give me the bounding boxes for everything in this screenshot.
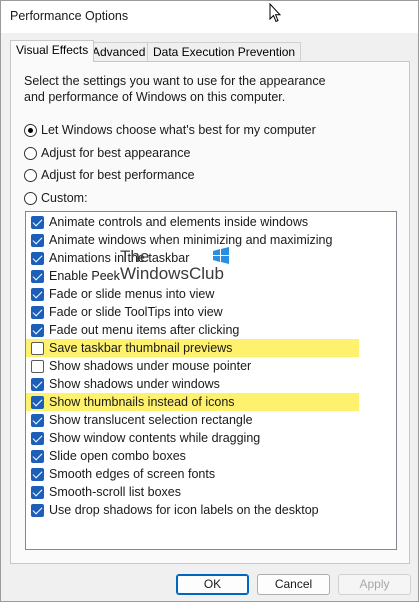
title-bar[interactable]: Performance Options — [1, 1, 418, 33]
effect-list-item[interactable]: Slide open combo boxes — [26, 447, 396, 465]
effect-label: Animations in the taskbar — [49, 251, 190, 265]
effect-list-item[interactable]: Smooth edges of screen fonts — [26, 465, 396, 483]
effect-label: Animate controls and elements inside win… — [49, 215, 309, 229]
visual-effects-panel: Select the settings you want to use for … — [10, 61, 410, 564]
checkbox-icon[interactable] — [31, 413, 44, 427]
effect-label: Fade or slide menus into view — [49, 287, 215, 301]
tab-visual-effects[interactable]: Visual Effects — [10, 40, 95, 62]
tab-advanced[interactable]: Advanced — [86, 42, 152, 61]
effect-list-item[interactable]: Show shadows under windows — [26, 375, 396, 393]
checkbox-icon[interactable] — [31, 395, 44, 409]
performance-options-dialog: Performance Options Visual Effects Advan… — [0, 0, 419, 602]
effect-list-item[interactable]: Show thumbnails instead of icons — [26, 393, 359, 411]
radio-label: Adjust for best performance — [41, 168, 195, 182]
effect-list-item[interactable]: Animations in the taskbar — [26, 249, 396, 267]
radio-button-icon[interactable] — [24, 168, 37, 182]
effect-label: Show translucent selection rectangle — [49, 413, 253, 427]
effect-label: Show shadows under windows — [49, 377, 220, 391]
checkbox-icon[interactable] — [31, 305, 44, 319]
checkbox-icon[interactable] — [31, 269, 44, 283]
tab-strip: Visual Effects Advanced Data Execution P… — [10, 40, 410, 62]
radio-label: Adjust for best appearance — [41, 146, 191, 160]
effect-label: Use drop shadows for icon labels on the … — [49, 503, 319, 517]
effect-label: Enable Peek — [49, 269, 120, 283]
effect-label: Animate windows when minimizing and maxi… — [49, 233, 333, 247]
effect-list-item[interactable]: Show shadows under mouse pointer — [26, 357, 396, 375]
checkbox-icon[interactable] — [31, 467, 44, 481]
effect-label: Smooth edges of screen fonts — [49, 467, 216, 481]
radio-best-appearance[interactable]: Adjust for best appearance — [24, 145, 190, 161]
ok-button[interactable]: OK — [176, 574, 249, 595]
visual-effects-list[interactable]: Animate controls and elements inside win… — [25, 211, 397, 550]
radio-button-icon[interactable] — [24, 146, 37, 160]
radio-button-icon[interactable] — [24, 123, 37, 137]
effect-list-item[interactable]: Animate windows when minimizing and maxi… — [26, 231, 396, 249]
checkbox-icon[interactable] — [31, 215, 44, 229]
checkbox-icon[interactable] — [31, 323, 44, 337]
effect-list-item[interactable]: Use drop shadows for icon labels on the … — [26, 501, 396, 519]
effect-list-item[interactable]: Enable Peek — [26, 267, 396, 285]
checkbox-icon[interactable] — [31, 341, 44, 355]
checkbox-icon[interactable] — [31, 449, 44, 463]
window-title: Performance Options — [10, 9, 129, 23]
checkbox-icon[interactable] — [31, 377, 44, 391]
checkbox-icon[interactable] — [31, 251, 44, 265]
effect-list-item[interactable]: Save taskbar thumbnail previews — [26, 339, 359, 357]
effect-label: Save taskbar thumbnail previews — [49, 341, 233, 355]
effect-list-item[interactable]: Smooth-scroll list boxes — [26, 483, 396, 501]
effect-list-item[interactable]: Fade or slide menus into view — [26, 285, 396, 303]
effect-list-item[interactable]: Fade out menu items after clicking — [26, 321, 396, 339]
effect-label: Slide open combo boxes — [49, 449, 186, 463]
radio-custom[interactable]: Custom: — [24, 190, 88, 206]
effect-list-item[interactable]: Animate controls and elements inside win… — [26, 213, 396, 231]
radio-button-icon[interactable] — [24, 191, 37, 205]
effect-label: Show thumbnails instead of icons — [49, 395, 235, 409]
effect-label: Fade or slide ToolTips into view — [49, 305, 223, 319]
checkbox-icon[interactable] — [31, 233, 44, 247]
effect-label: Smooth-scroll list boxes — [49, 485, 181, 499]
tab-data-execution-prevention[interactable]: Data Execution Prevention — [147, 42, 302, 61]
radio-label: Let Windows choose what's best for my co… — [41, 123, 316, 137]
mouse-cursor-icon — [269, 3, 281, 23]
effect-label: Show window contents while dragging — [49, 431, 261, 445]
radio-label: Custom: — [41, 191, 88, 205]
panel-description: Select the settings you want to use for … — [24, 74, 326, 104]
radio-best-performance[interactable]: Adjust for best performance — [24, 167, 195, 183]
effect-list-item[interactable]: Show window contents while dragging — [26, 429, 396, 447]
checkbox-icon[interactable] — [31, 503, 44, 517]
checkbox-icon[interactable] — [31, 431, 44, 445]
effect-list-item[interactable]: Fade or slide ToolTips into view — [26, 303, 396, 321]
effect-label: Show shadows under mouse pointer — [49, 359, 252, 373]
cancel-button[interactable]: Cancel — [257, 574, 330, 595]
radio-let-windows-choose[interactable]: Let Windows choose what's best for my co… — [24, 122, 316, 138]
checkbox-icon[interactable] — [31, 485, 44, 499]
effect-list-item[interactable]: Show translucent selection rectangle — [26, 411, 396, 429]
checkbox-icon[interactable] — [31, 287, 44, 301]
apply-button[interactable]: Apply — [338, 574, 411, 595]
checkbox-icon[interactable] — [31, 359, 44, 373]
effect-label: Fade out menu items after clicking — [49, 323, 240, 337]
